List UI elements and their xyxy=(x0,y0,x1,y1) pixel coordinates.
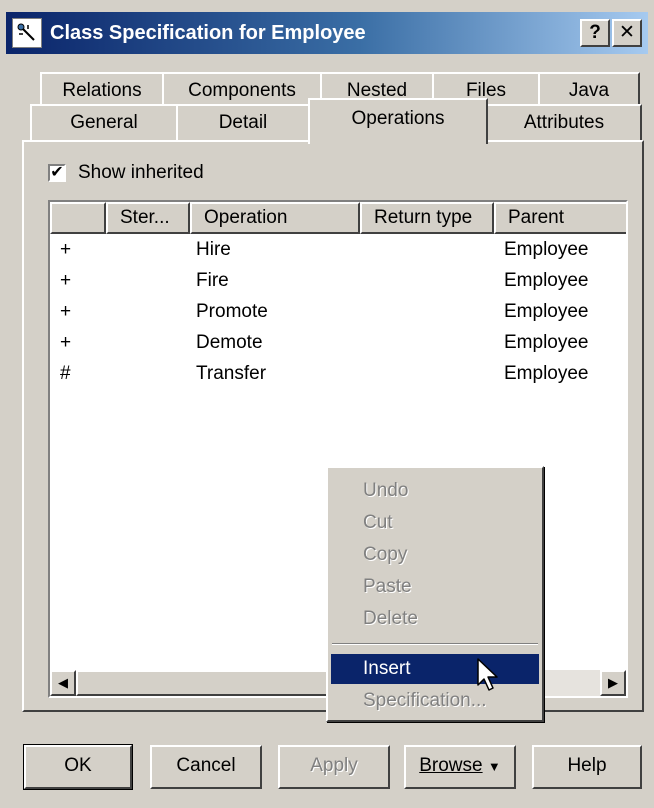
menu-separator xyxy=(332,643,538,645)
context-menu: Undo Cut Copy Paste Delete Insert Specif… xyxy=(326,466,544,722)
arrow-left-icon: ◀ xyxy=(58,675,68,690)
menu-item-paste[interactable]: Paste xyxy=(331,572,539,602)
column-header-operation[interactable]: Operation xyxy=(190,202,360,234)
browse-label: Browse xyxy=(419,755,483,776)
help-button[interactable]: Help xyxy=(532,745,642,789)
visibility-cell: + xyxy=(60,239,72,260)
list-header: Ster... Operation Return type Parent xyxy=(50,202,626,234)
chevron-down-icon: ▼ xyxy=(487,759,501,774)
parent-cell: Employee xyxy=(504,363,589,384)
tab-label: Relations xyxy=(62,80,142,101)
menu-item-copy[interactable]: Copy xyxy=(331,540,539,570)
table-row[interactable]: + Hire Employee xyxy=(50,234,626,265)
show-inherited-checkbox[interactable]: ✔ xyxy=(48,164,66,182)
operation-cell: Fire xyxy=(196,270,229,291)
arrow-right-icon: ▶ xyxy=(608,675,618,690)
tab-operations[interactable]: Operations xyxy=(308,98,488,144)
show-inherited-label: Show inherited xyxy=(78,162,204,183)
parent-cell: Employee xyxy=(504,239,589,260)
menu-item-insert[interactable]: Insert xyxy=(331,654,539,684)
tab-label: Java xyxy=(568,80,610,101)
tab-detail[interactable]: Detail xyxy=(176,104,310,142)
visibility-cell: # xyxy=(60,363,71,384)
browse-button[interactable]: Browse ▼ xyxy=(404,745,516,789)
tab-attributes[interactable]: Attributes xyxy=(486,104,642,142)
operation-cell: Demote xyxy=(196,332,263,353)
tab-label: Attributes xyxy=(523,112,605,133)
operation-cell: Hire xyxy=(196,239,231,260)
tab-label: Operations xyxy=(351,108,445,129)
tab-label: Detail xyxy=(218,112,268,133)
table-row[interactable]: + Promote Employee xyxy=(50,296,626,327)
title-bar[interactable]: Class Specification for Employee ? ✕ xyxy=(6,12,648,54)
cancel-button[interactable]: Cancel xyxy=(150,745,262,789)
column-header-stereotype[interactable]: Ster... xyxy=(106,202,190,234)
window-title: Class Specification for Employee xyxy=(50,21,366,44)
tab-label: Components xyxy=(188,80,296,101)
menu-item-cut[interactable]: Cut xyxy=(331,508,539,538)
parent-cell: Employee xyxy=(504,301,589,322)
operation-cell: Promote xyxy=(196,301,268,322)
scroll-thumb[interactable] xyxy=(76,670,336,696)
menu-item-specification[interactable]: Specification... xyxy=(331,686,539,716)
column-header-return-type[interactable]: Return type xyxy=(360,202,494,234)
column-header-visibility[interactable] xyxy=(50,202,106,234)
show-inherited-row[interactable]: ✔ Show inherited xyxy=(48,162,204,184)
table-row[interactable]: + Demote Employee xyxy=(50,327,626,358)
mouse-cursor-icon xyxy=(476,657,502,699)
scroll-right-button[interactable]: ▶ xyxy=(600,670,626,696)
visibility-cell: + xyxy=(60,270,72,291)
visibility-cell: + xyxy=(60,301,72,322)
menu-item-delete[interactable]: Delete xyxy=(331,604,539,634)
table-row[interactable]: + Fire Employee xyxy=(50,265,626,296)
help-title-button[interactable]: ? xyxy=(580,19,610,47)
parent-cell: Employee xyxy=(504,332,589,353)
menu-item-undo[interactable]: Undo xyxy=(331,476,539,506)
tab-label: General xyxy=(70,112,138,133)
column-header-parent[interactable]: Parent xyxy=(494,202,626,234)
table-row[interactable]: # Transfer Employee xyxy=(50,358,626,389)
close-button[interactable]: ✕ xyxy=(612,19,642,47)
visibility-cell: + xyxy=(60,332,72,353)
class-spec-icon xyxy=(12,18,42,48)
scroll-left-button[interactable]: ◀ xyxy=(50,670,76,696)
parent-cell: Employee xyxy=(504,270,589,291)
tab-general[interactable]: General xyxy=(30,104,178,142)
apply-button[interactable]: Apply xyxy=(278,745,390,789)
ok-button[interactable]: OK xyxy=(23,744,133,790)
operation-cell: Transfer xyxy=(196,363,267,384)
